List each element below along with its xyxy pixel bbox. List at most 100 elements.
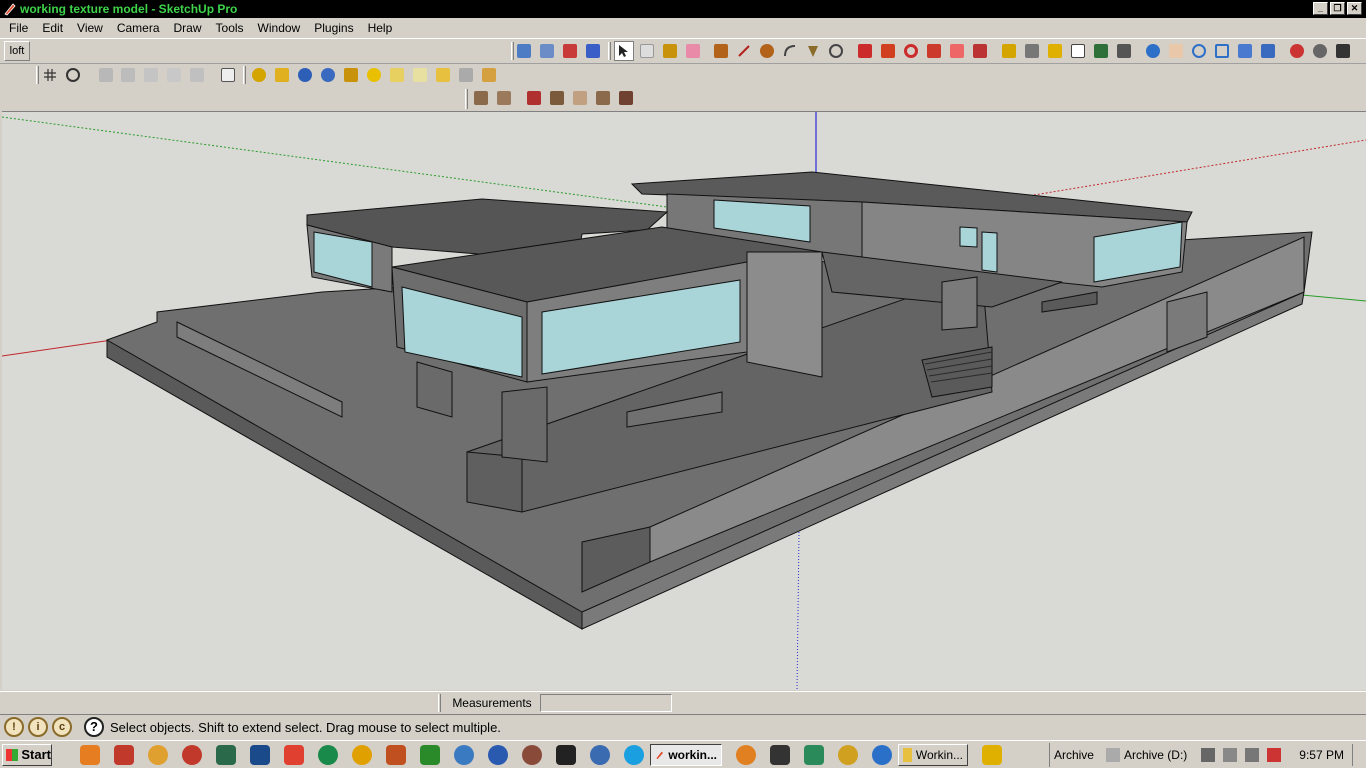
material-tag-icon[interactable] <box>272 65 292 85</box>
stamp-icon[interactable] <box>547 88 567 108</box>
chrome-icon[interactable] <box>838 744 858 765</box>
menu-camera[interactable]: Camera <box>110 18 167 38</box>
line-tool-icon[interactable] <box>734 41 754 61</box>
flip-edge-icon[interactable] <box>616 88 636 108</box>
select-arrow-icon[interactable] <box>614 41 634 61</box>
follow-me-icon[interactable] <box>924 41 944 61</box>
geo-location-icon[interactable]: ! <box>4 717 24 737</box>
material-editor-icon[interactable] <box>341 65 361 85</box>
tray-expand-icon[interactable] <box>1201 748 1216 762</box>
measurements-input[interactable] <box>540 694 672 712</box>
instructor-help-icon[interactable]: ? <box>84 717 104 737</box>
style-wireframe-icon[interactable] <box>537 41 557 61</box>
rotate-tool-icon[interactable] <box>901 41 921 61</box>
drape-icon[interactable] <box>570 88 590 108</box>
proxy-icon[interactable] <box>456 65 476 85</box>
light-sphere-icon[interactable] <box>364 65 384 85</box>
ie-icon[interactable] <box>872 744 892 765</box>
outliner-icon[interactable] <box>218 65 238 85</box>
photoshop-icon[interactable] <box>250 744 270 765</box>
rectangle-tool-icon[interactable] <box>711 41 731 61</box>
terminal-icon[interactable] <box>556 744 576 765</box>
paint-bucket-icon[interactable] <box>660 41 680 61</box>
spot-light-icon[interactable] <box>387 65 407 85</box>
axes-tool-icon[interactable] <box>1091 41 1111 61</box>
grid-icon[interactable] <box>40 65 60 85</box>
make-component-icon[interactable] <box>637 41 657 61</box>
task-sketchup[interactable]: workin... <box>650 743 722 766</box>
autocad-icon[interactable] <box>352 744 372 765</box>
eraser-icon[interactable] <box>683 41 703 61</box>
protractor-icon[interactable] <box>1045 41 1065 61</box>
menu-help[interactable]: Help <box>361 18 400 38</box>
mail-icon[interactable] <box>770 744 790 765</box>
smoove-icon[interactable] <box>524 88 544 108</box>
add-detail-icon[interactable] <box>593 88 613 108</box>
section-plane-icon[interactable] <box>63 65 83 85</box>
scale-tool-icon[interactable] <box>947 41 967 61</box>
top-view-icon[interactable] <box>118 65 138 85</box>
tray-volume-icon[interactable] <box>1267 748 1282 762</box>
dimension-tool-icon[interactable] <box>1022 41 1042 61</box>
menu-window[interactable]: Window <box>251 18 308 38</box>
task-explorer[interactable]: Workin... <box>898 743 968 766</box>
iso-view-icon[interactable] <box>96 65 116 85</box>
user-icon[interactable]: c <box>52 717 72 737</box>
show-desktop-button[interactable] <box>1352 744 1366 766</box>
gmail-icon[interactable] <box>114 744 134 765</box>
spiral-icon[interactable] <box>522 744 542 765</box>
tray-signal-icon[interactable] <box>1245 748 1260 762</box>
tray-usb-icon[interactable] <box>1223 748 1238 762</box>
browser-icon[interactable] <box>454 744 474 765</box>
area-light-icon[interactable] <box>433 65 453 85</box>
3dsmax-icon[interactable] <box>386 744 406 765</box>
utorrent-icon[interactable] <box>318 744 338 765</box>
polygon-tool-icon[interactable] <box>803 41 823 61</box>
right-view-icon[interactable] <box>164 65 184 85</box>
credits-icon[interactable]: i <box>28 717 48 737</box>
text-tool-icon[interactable] <box>1068 41 1088 61</box>
style-shaded-icon[interactable] <box>560 41 580 61</box>
media-player-icon[interactable] <box>80 744 100 765</box>
menu-plugins[interactable]: Plugins <box>307 18 360 38</box>
start-button[interactable]: Start <box>2 743 52 766</box>
ccleaner-icon[interactable] <box>182 744 202 765</box>
network-icon[interactable] <box>216 744 236 765</box>
3d-text-icon[interactable] <box>1114 41 1134 61</box>
style-textured-icon[interactable] <box>583 41 603 61</box>
pan-tool-icon[interactable] <box>1166 41 1186 61</box>
point-light-icon[interactable] <box>410 65 430 85</box>
menu-file[interactable]: File <box>2 18 35 38</box>
globe-icon[interactable] <box>488 744 508 765</box>
pdf-icon[interactable] <box>420 744 440 765</box>
menu-tools[interactable]: Tools <box>209 18 251 38</box>
zoom-window-icon[interactable] <box>1212 41 1232 61</box>
orbit-tool-icon[interactable] <box>1143 41 1163 61</box>
close-button[interactable]: ✕ <box>1347 2 1362 15</box>
zoom-extents-icon[interactable] <box>1235 41 1255 61</box>
render-help-icon[interactable] <box>318 65 338 85</box>
omni-light-icon[interactable] <box>479 65 499 85</box>
max-icon[interactable] <box>804 744 824 765</box>
render-r-icon[interactable] <box>295 65 315 85</box>
front-view-icon[interactable] <box>141 65 161 85</box>
clock[interactable]: 9:57 PM <box>1299 748 1344 762</box>
menu-view[interactable]: View <box>70 18 110 38</box>
acrobat-icon[interactable] <box>284 744 304 765</box>
previous-view-icon[interactable] <box>1258 41 1278 61</box>
archive-toolbar-label[interactable]: Archive <box>1054 748 1094 762</box>
firefox-icon[interactable] <box>148 744 168 765</box>
zoom-tool-icon[interactable] <box>1189 41 1209 61</box>
style-xray-icon[interactable] <box>514 41 534 61</box>
freehand-tool-icon[interactable] <box>826 41 846 61</box>
restore-button[interactable]: ❐ <box>1330 2 1345 15</box>
skype-icon[interactable] <box>624 744 644 765</box>
minimize-button[interactable]: _ <box>1313 2 1328 15</box>
walk-tool-icon[interactable] <box>1333 41 1353 61</box>
back-view-icon[interactable] <box>187 65 207 85</box>
circle-tool-icon[interactable] <box>757 41 777 61</box>
sandbox-scratch-icon[interactable] <box>494 88 514 108</box>
3d-viewport[interactable] <box>2 111 1366 690</box>
itunes-icon[interactable] <box>590 744 610 765</box>
move-tool-icon[interactable] <box>855 41 875 61</box>
